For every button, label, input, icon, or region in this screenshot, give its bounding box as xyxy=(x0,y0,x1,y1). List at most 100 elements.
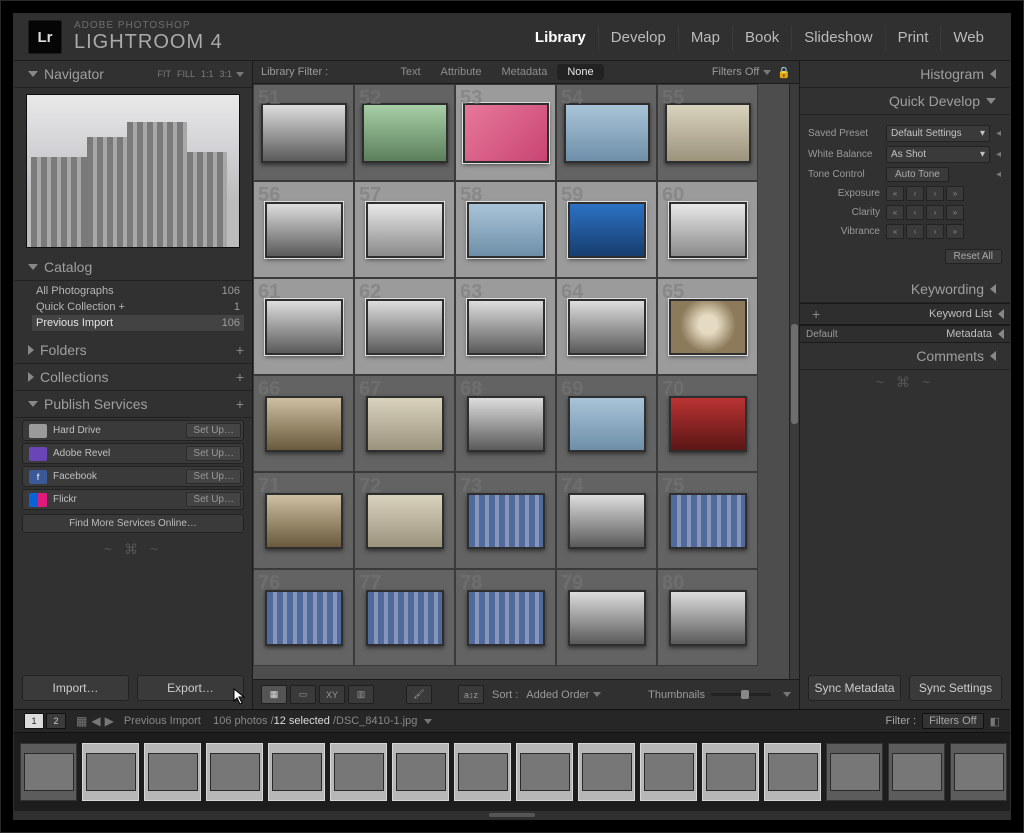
disclosure-icon[interactable]: ◂ xyxy=(996,128,1002,139)
comments-header[interactable]: Comments xyxy=(800,343,1010,370)
reset-all-button[interactable]: Reset All xyxy=(945,249,1002,264)
grid-cell[interactable]: 59 xyxy=(556,181,657,278)
histogram-header[interactable]: Histogram xyxy=(800,61,1010,88)
filters-off-menu[interactable]: Filters Off xyxy=(712,66,771,78)
grid-cell[interactable]: 64 xyxy=(556,278,657,375)
module-map[interactable]: Map xyxy=(678,25,732,50)
thumbnail[interactable] xyxy=(669,396,747,452)
survey-view-button[interactable]: ▥ xyxy=(348,685,374,704)
nav-mode-fill[interactable]: FILL xyxy=(177,69,195,79)
thumbnail[interactable] xyxy=(366,299,444,355)
setup-button[interactable]: Set Up… xyxy=(186,423,241,438)
export-button[interactable]: Export… xyxy=(137,675,244,701)
metadata-preset-select[interactable]: Default xyxy=(806,329,946,340)
collections-header[interactable]: Collections + xyxy=(14,364,252,391)
grid-cell[interactable]: 55 xyxy=(657,84,758,181)
thumbnail[interactable] xyxy=(467,299,545,355)
catalog-previous-import[interactable]: Previous Import106 xyxy=(32,315,244,331)
folders-header[interactable]: Folders + xyxy=(14,337,252,364)
import-button[interactable]: Import… xyxy=(22,675,129,701)
back-button[interactable]: ◀ xyxy=(91,714,100,728)
filmstrip-item[interactable] xyxy=(826,743,883,801)
grid-cell[interactable]: 58 xyxy=(455,181,556,278)
thumbnail[interactable] xyxy=(261,103,347,163)
thumbnail[interactable] xyxy=(669,299,747,355)
white-balance-select[interactable]: As Shot▾ xyxy=(886,146,990,163)
module-book[interactable]: Book xyxy=(732,25,791,50)
publish-header[interactable]: Publish Services + xyxy=(14,391,252,418)
publish-flickr[interactable]: FlickrSet Up… xyxy=(22,489,244,510)
filmstrip[interactable] xyxy=(14,733,1010,811)
filter-preset-select[interactable]: Filters Off xyxy=(922,713,983,729)
keywording-header[interactable]: Keywording xyxy=(800,276,1010,303)
grid-cell[interactable]: 65 xyxy=(657,278,758,375)
quick-develop-header[interactable]: Quick Develop xyxy=(800,88,1010,115)
thumbnail[interactable] xyxy=(568,590,646,646)
sort-direction-button[interactable]: a↕z xyxy=(458,685,484,704)
filmstrip-resize-gripper[interactable] xyxy=(489,813,535,817)
thumbnail[interactable] xyxy=(265,590,343,646)
thumbnail[interactable] xyxy=(665,103,751,163)
compare-view-button[interactable]: XY xyxy=(319,685,345,704)
grid-cell[interactable]: 67 xyxy=(354,375,455,472)
grid-cell[interactable]: 57 xyxy=(354,181,455,278)
grid-view-button[interactable]: ▦ xyxy=(261,685,287,704)
main-window-button[interactable]: 1 xyxy=(24,713,44,729)
grid-cell[interactable]: 51 xyxy=(253,84,354,181)
module-slideshow[interactable]: Slideshow xyxy=(791,25,884,50)
metadata-header[interactable]: Metadata xyxy=(946,328,992,340)
publish-adobe-revel[interactable]: Adobe RevelSet Up… xyxy=(22,443,244,464)
filmstrip-item[interactable] xyxy=(144,743,201,801)
sync-metadata-button[interactable]: Sync Metadata xyxy=(808,675,901,701)
module-print[interactable]: Print xyxy=(885,25,941,50)
module-web[interactable]: Web xyxy=(940,25,996,50)
filter-none[interactable]: None xyxy=(557,64,603,80)
find-more-services[interactable]: Find More Services Online… xyxy=(22,514,244,533)
grid-cell[interactable]: 73 xyxy=(455,472,556,569)
catalog-quick-collection[interactable]: Quick Collection +1 xyxy=(32,299,244,315)
filmstrip-item[interactable] xyxy=(268,743,325,801)
grid-cell[interactable]: 54 xyxy=(556,84,657,181)
toolbar-menu-icon[interactable] xyxy=(783,692,791,697)
thumbnail[interactable] xyxy=(467,590,545,646)
filmstrip-item[interactable] xyxy=(950,743,1007,801)
grid-cell[interactable]: 61 xyxy=(253,278,354,375)
grid-cell[interactable]: 72 xyxy=(354,472,455,569)
grid-cell[interactable]: 78 xyxy=(455,569,556,666)
thumbnail[interactable] xyxy=(265,299,343,355)
grid-cell[interactable]: 76 xyxy=(253,569,354,666)
grid-cell[interactable]: 77 xyxy=(354,569,455,666)
thumbnail[interactable] xyxy=(366,396,444,452)
disclosure-icon[interactable]: ◂ xyxy=(996,149,1002,160)
publish-facebook[interactable]: fFacebookSet Up… xyxy=(22,466,244,487)
nav-mode-3to1[interactable]: 3:1 xyxy=(219,69,232,79)
thumbnail[interactable] xyxy=(568,493,646,549)
thumbnail[interactable] xyxy=(366,590,444,646)
nav-mode-1to1[interactable]: 1:1 xyxy=(201,69,214,79)
thumbnail[interactable] xyxy=(265,493,343,549)
second-window-button[interactable]: 2 xyxy=(46,713,66,729)
grid-cell[interactable]: 56 xyxy=(253,181,354,278)
painter-tool[interactable]: 🖌 xyxy=(406,685,432,704)
grid-shortcut-icon[interactable]: ▦ xyxy=(76,714,87,728)
filmstrip-item[interactable] xyxy=(888,743,945,801)
disclosure-icon[interactable]: ◂ xyxy=(996,169,1002,180)
thumbnail[interactable] xyxy=(467,202,545,258)
module-develop[interactable]: Develop xyxy=(598,25,678,50)
navigator-preview[interactable] xyxy=(26,94,240,248)
publish-hard-drive[interactable]: Hard DriveSet Up… xyxy=(22,420,244,441)
setup-button[interactable]: Set Up… xyxy=(186,492,241,507)
filmstrip-item[interactable] xyxy=(330,743,387,801)
clarity-steppers[interactable]: «‹›» xyxy=(886,205,964,220)
grid-cell[interactable]: 69 xyxy=(556,375,657,472)
grid-cell[interactable]: 70 xyxy=(657,375,758,472)
grid-cell[interactable]: 75 xyxy=(657,472,758,569)
thumbnail[interactable] xyxy=(467,493,545,549)
filter-switch-icon[interactable]: ◧ xyxy=(990,715,1000,728)
filmstrip-item[interactable] xyxy=(454,743,511,801)
grid-cell[interactable]: 66 xyxy=(253,375,354,472)
grid-cell[interactable]: 53 xyxy=(455,84,556,181)
breadcrumb[interactable]: Previous Import 106 photos /12 selected … xyxy=(124,715,433,727)
thumbnail[interactable] xyxy=(467,396,545,452)
filmstrip-item[interactable] xyxy=(578,743,635,801)
